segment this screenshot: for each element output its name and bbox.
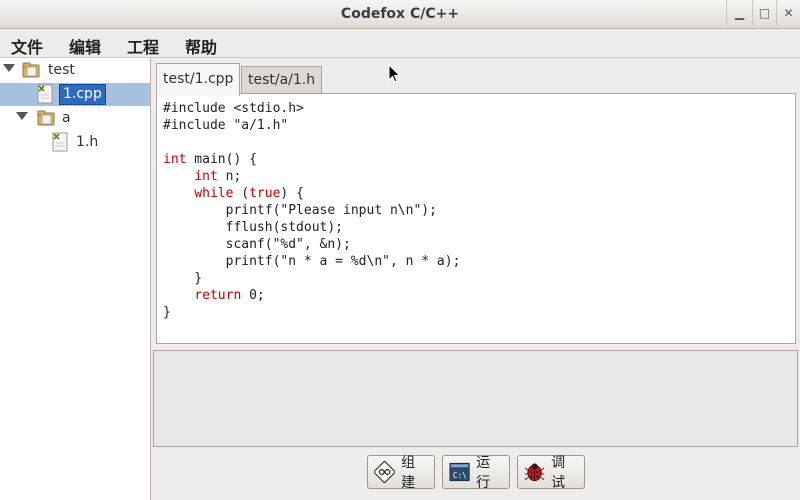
- code-keyword: return: [194, 288, 242, 303]
- code-keyword: while: [194, 186, 234, 201]
- close-button[interactable]: ✕: [776, 0, 800, 26]
- tab-test-1cpp[interactable]: test/1.cpp: [156, 63, 241, 96]
- menu-bar: 文件 编辑 工程 帮助: [0, 29, 800, 58]
- terminal-icon: C:\: [449, 462, 470, 482]
- build-icon: [374, 461, 396, 483]
- folder-icon: [22, 62, 40, 78]
- code-line[interactable]: scanf("%d", &n);: [163, 236, 460, 253]
- debug-label: 调试: [551, 455, 566, 491]
- maximize-button[interactable]: □: [752, 0, 776, 26]
- expand-toggle-icon[interactable]: [16, 112, 28, 120]
- expand-toggle-icon[interactable]: [3, 64, 15, 72]
- bug-icon: [524, 463, 545, 482]
- code-editor[interactable]: #include <stdio.h> #include "a/1.h" int m…: [156, 93, 796, 344]
- maximize-icon: □: [758, 6, 771, 20]
- debug-button[interactable]: 调试: [517, 455, 585, 491]
- code-line[interactable]: return 0;: [163, 287, 460, 304]
- tree-label-1h: 1.h: [76, 134, 99, 150]
- code-text[interactable]: #include <stdio.h> #include "a/1.h" int m…: [163, 100, 460, 321]
- window-controls: ▁ □ ✕: [726, 0, 800, 28]
- folder-icon: [37, 110, 55, 126]
- svg-text:C:\: C:\: [453, 471, 467, 480]
- menu-help[interactable]: 帮助: [185, 34, 217, 58]
- code-line[interactable]: while (true) {: [163, 185, 460, 202]
- code-line[interactable]: }: [163, 270, 460, 287]
- tree-item-a[interactable]: a: [0, 107, 150, 130]
- mouse-cursor-icon: [388, 64, 401, 83]
- build-button[interactable]: 组建: [367, 455, 435, 491]
- code-line[interactable]: #include "a/1.h": [163, 117, 460, 134]
- cpp-file-icon: [37, 84, 53, 104]
- title-bar: Codefox C/C++ ▁ □ ✕: [0, 0, 800, 29]
- code-keyword: int: [194, 169, 218, 184]
- build-label: 组建: [401, 455, 416, 491]
- code-line[interactable]: int main() {: [163, 151, 460, 168]
- run-label: 运行: [476, 455, 491, 491]
- minimize-icon: ▁: [734, 6, 745, 20]
- code-line[interactable]: printf("Please input n\n");: [163, 202, 460, 219]
- menu-edit[interactable]: 编辑: [69, 34, 101, 58]
- code-line[interactable]: fflush(stdout);: [163, 219, 460, 236]
- code-keyword: true: [249, 186, 281, 201]
- tree-label-a: a: [62, 110, 71, 126]
- code-line[interactable]: printf("n * a = %d\n", n * a);: [163, 253, 461, 270]
- code-line[interactable]: int n;: [163, 168, 460, 185]
- minimize-button[interactable]: ▁: [726, 0, 752, 26]
- tree-item-test[interactable]: test: [0, 59, 150, 82]
- close-icon: ✕: [783, 6, 794, 20]
- run-button[interactable]: C:\ 运行: [442, 455, 510, 491]
- tab-test-a-1h[interactable]: test/a/1.h: [241, 66, 323, 94]
- tree-item-1cpp[interactable]: 1.cpp: [0, 83, 150, 106]
- output-panel[interactable]: [153, 350, 798, 447]
- code-line[interactable]: }: [163, 304, 460, 321]
- window-title: Codefox C/C++: [340, 6, 460, 22]
- tree-label-test: test: [48, 62, 75, 78]
- tree-label-1cpp: 1.cpp: [59, 84, 106, 105]
- project-tree: test 1.cpp a 1.h: [0, 58, 151, 500]
- code-line[interactable]: [163, 134, 460, 151]
- menu-file[interactable]: 文件: [11, 34, 43, 58]
- header-file-icon: [52, 132, 68, 152]
- code-keyword: int: [163, 152, 187, 167]
- tree-item-1h[interactable]: 1.h: [0, 131, 150, 154]
- menu-project[interactable]: 工程: [127, 34, 159, 58]
- code-line[interactable]: #include <stdio.h>: [163, 100, 460, 117]
